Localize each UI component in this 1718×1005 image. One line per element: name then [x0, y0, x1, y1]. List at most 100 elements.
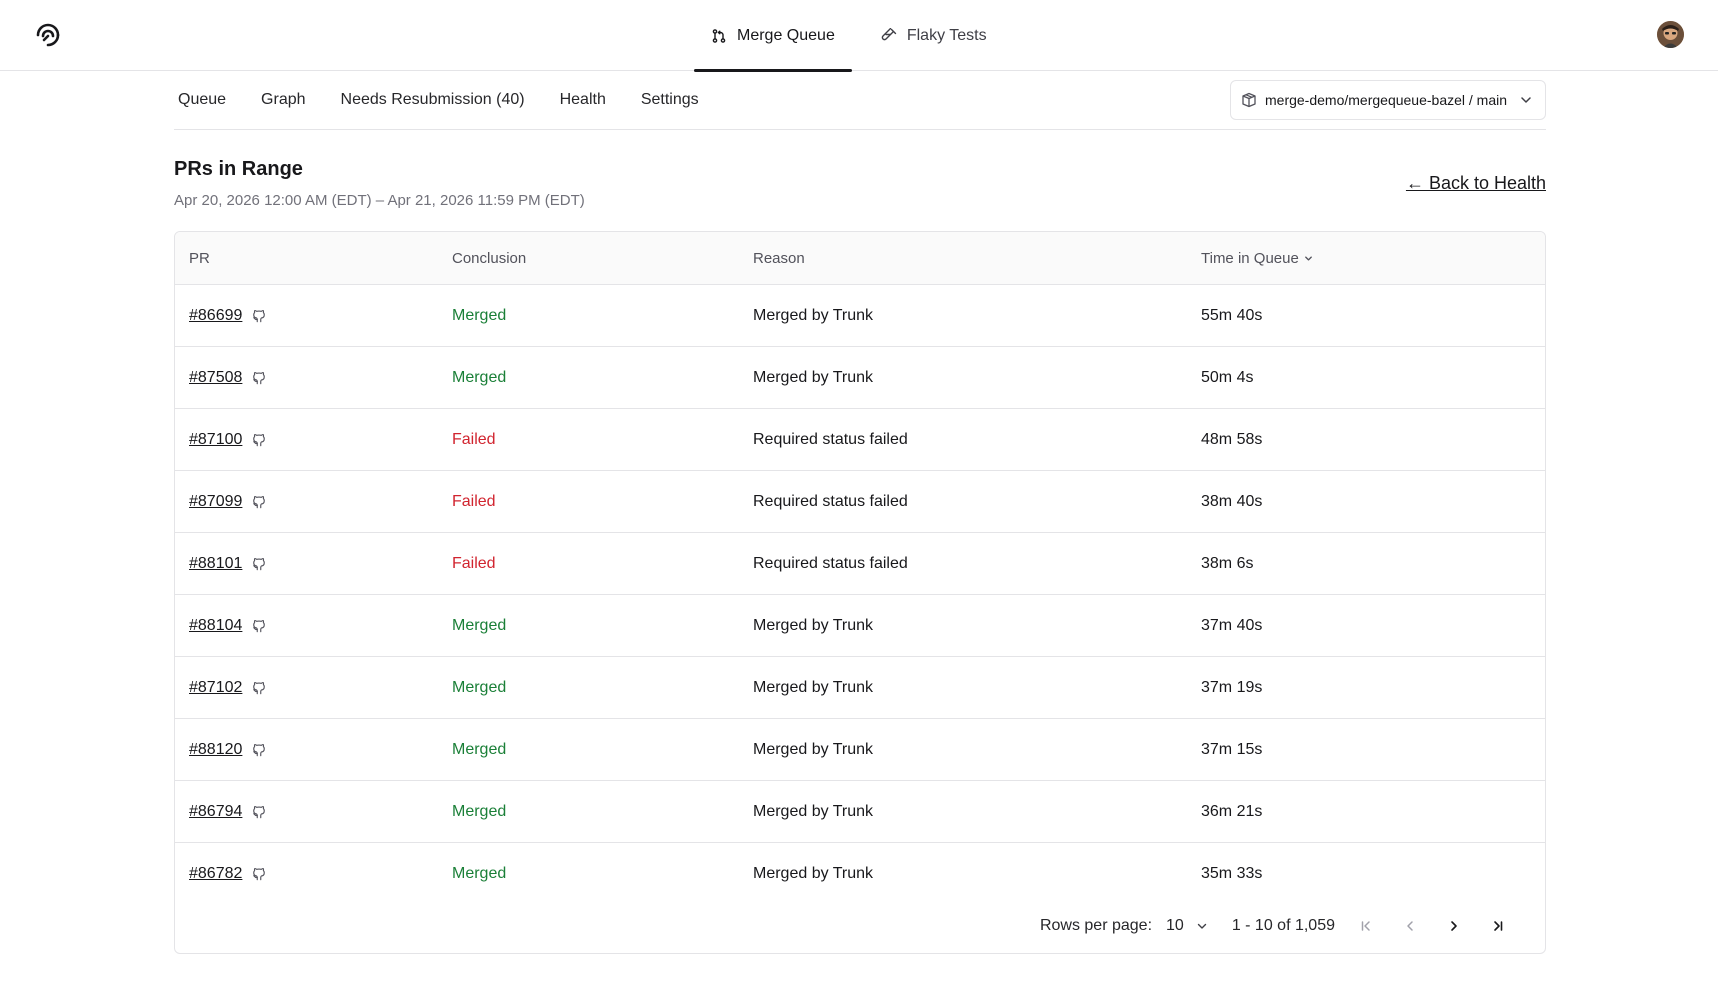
pagination: Rows per page: 10 1 - 10 of 1,059 [1040, 915, 1509, 937]
conclusion-cell: Failed [452, 430, 496, 448]
repo-icon [1242, 92, 1256, 108]
pagination-range: 1 - 10 of 1,059 [1231, 917, 1335, 934]
rows-per-page-label: Rows per page: [1039, 917, 1153, 934]
pr-link[interactable]: #87099 [189, 493, 242, 511]
table-row: #87102 Merged Merged by Trunk 37m 19s [175, 657, 1545, 719]
chevron-down-icon [1521, 97, 1531, 103]
sort-chevron-down-icon [1304, 256, 1312, 261]
time-in-queue-cell: 55m 40s [1201, 306, 1263, 324]
time-in-queue-cell: 37m 15s [1201, 740, 1263, 758]
reason-cell: Merged by Trunk [753, 616, 874, 634]
subtab-needs-resubmission[interactable]: Needs Resubmission (40) [337, 91, 529, 109]
reason-cell: Merged by Trunk [753, 678, 874, 696]
chevrons-first-icon [1361, 921, 1370, 931]
next-page-button[interactable] [1443, 915, 1465, 937]
chevron-left-icon [1407, 921, 1413, 931]
subnav-tabs: Queue Graph Needs Resubmission (40) Heal… [174, 71, 730, 129]
reason-cell: Merged by Trunk [753, 306, 874, 324]
time-in-queue-cell: 37m 40s [1201, 616, 1263, 634]
pr-cell: #87102 [189, 657, 266, 718]
conclusion-cell: Merged [452, 678, 507, 696]
pr-cell: #87508 [189, 347, 266, 408]
tab-merge-queue[interactable]: Merge Queue [694, 0, 852, 72]
sub-navigation: Queue Graph Needs Resubmission (40) Heal… [174, 71, 1546, 130]
pr-cell: #86699 [189, 285, 266, 346]
conclusion-cell: Merged [452, 306, 507, 324]
chevron-down-icon [1197, 923, 1207, 929]
main-tabs: Merge Queue Flaky Tests [694, 0, 1004, 72]
github-icon[interactable] [252, 619, 266, 633]
reason-cell: Merged by Trunk [753, 368, 874, 386]
tab-flaky-tests[interactable]: Flaky Tests [864, 0, 1004, 71]
top-navigation: Merge Queue Flaky Tests [0, 0, 1718, 72]
github-icon[interactable] [252, 557, 266, 571]
time-in-queue-cell: 50m 4s [1201, 368, 1254, 386]
github-icon[interactable] [252, 309, 266, 323]
pr-link[interactable]: #88104 [189, 617, 242, 635]
time-in-queue-cell: 35m 33s [1201, 864, 1263, 882]
rows-per-page-select[interactable]: 10 [1166, 917, 1208, 935]
first-page-button[interactable] [1355, 915, 1377, 937]
conclusion-cell: Merged [452, 864, 507, 882]
time-in-queue-cell: 36m 21s [1201, 802, 1263, 820]
table-row: #87100 Failed Required status failed 48m 58… [175, 409, 1545, 471]
rows-per-page-value: 10 [1166, 917, 1184, 934]
reason-cell: Required status failed [753, 492, 908, 510]
repo-branch-selector[interactable]: merge-demo/mergequeue-bazel / main [1230, 80, 1546, 120]
pr-cell: #86782 [189, 843, 266, 904]
table-row: #86794 Merged Merged by Trunk 36m 21s [175, 781, 1545, 843]
chevron-right-icon [1451, 921, 1457, 931]
pr-link[interactable]: #87102 [189, 679, 242, 697]
reason-cell: Required status failed [753, 430, 908, 448]
github-icon[interactable] [252, 433, 266, 447]
column-header-conclusion: Conclusion [452, 250, 527, 267]
conclusion-cell: Failed [452, 554, 496, 572]
time-in-queue-cell: 48m 58s [1201, 430, 1263, 448]
subtab-health[interactable]: Health [556, 91, 610, 109]
page-title: PRs in Range [174, 158, 303, 180]
github-icon[interactable] [252, 805, 266, 819]
date-range-subtitle: Apr 20, 2026 12:00 AM (EDT) – Apr 21, 20… [174, 192, 585, 209]
conclusion-cell: Merged [452, 740, 507, 758]
pr-link[interactable]: #88101 [189, 555, 242, 573]
pr-link[interactable]: #86782 [189, 865, 242, 883]
pr-cell: #88104 [189, 595, 266, 656]
reason-cell: Merged by Trunk [753, 864, 874, 882]
reason-cell: Required status failed [753, 554, 908, 572]
column-header-time-in-queue[interactable]: Time in Queue [1201, 232, 1314, 285]
conclusion-cell: Merged [452, 802, 507, 820]
chevrons-last-icon [1494, 921, 1503, 931]
tab-flaky-tests-label: Flaky Tests [906, 26, 987, 44]
conclusion-cell: Merged [452, 616, 507, 634]
table-row: #87508 Merged Merged by Trunk 50m 4s [175, 347, 1545, 409]
pr-link[interactable]: #86794 [189, 803, 242, 821]
trunk-logo-icon[interactable] [33, 21, 63, 51]
pr-link[interactable]: #87100 [189, 431, 242, 449]
tab-merge-queue-label: Merge Queue [737, 26, 835, 44]
github-icon[interactable] [252, 867, 266, 881]
table-row: #86699 Merged Merged by Trunk 55m 40s [175, 285, 1545, 347]
last-page-button[interactable] [1487, 915, 1509, 937]
pr-cell: #86794 [189, 781, 266, 842]
github-icon[interactable] [252, 743, 266, 757]
back-to-health-link[interactable]: ← Back to Health [1406, 173, 1546, 194]
conclusion-cell: Failed [452, 492, 496, 510]
column-header-time-in-queue-label: Time in Queue [1201, 250, 1299, 267]
pr-link[interactable]: #87508 [189, 369, 242, 387]
pr-cell: #88101 [189, 533, 266, 594]
time-in-queue-cell: 38m 40s [1201, 492, 1263, 510]
pr-link[interactable]: #88120 [189, 741, 242, 759]
subtab-queue[interactable]: Queue [174, 91, 230, 109]
github-icon[interactable] [252, 681, 266, 695]
subtab-settings[interactable]: Settings [637, 91, 703, 109]
pr-link[interactable]: #86699 [189, 307, 242, 325]
github-icon[interactable] [252, 371, 266, 385]
table-row: #88101 Failed Required status failed 38m 6s [175, 533, 1545, 595]
time-in-queue-cell: 37m 19s [1201, 678, 1263, 696]
user-avatar[interactable] [1657, 21, 1684, 48]
subtab-graph[interactable]: Graph [257, 91, 309, 109]
github-icon[interactable] [252, 495, 266, 509]
previous-page-button[interactable] [1399, 915, 1421, 937]
table-header: PR Conclusion Reason Time in Queue [175, 232, 1545, 285]
table-row: #88104 Merged Merged by Trunk 37m 40s [175, 595, 1545, 657]
